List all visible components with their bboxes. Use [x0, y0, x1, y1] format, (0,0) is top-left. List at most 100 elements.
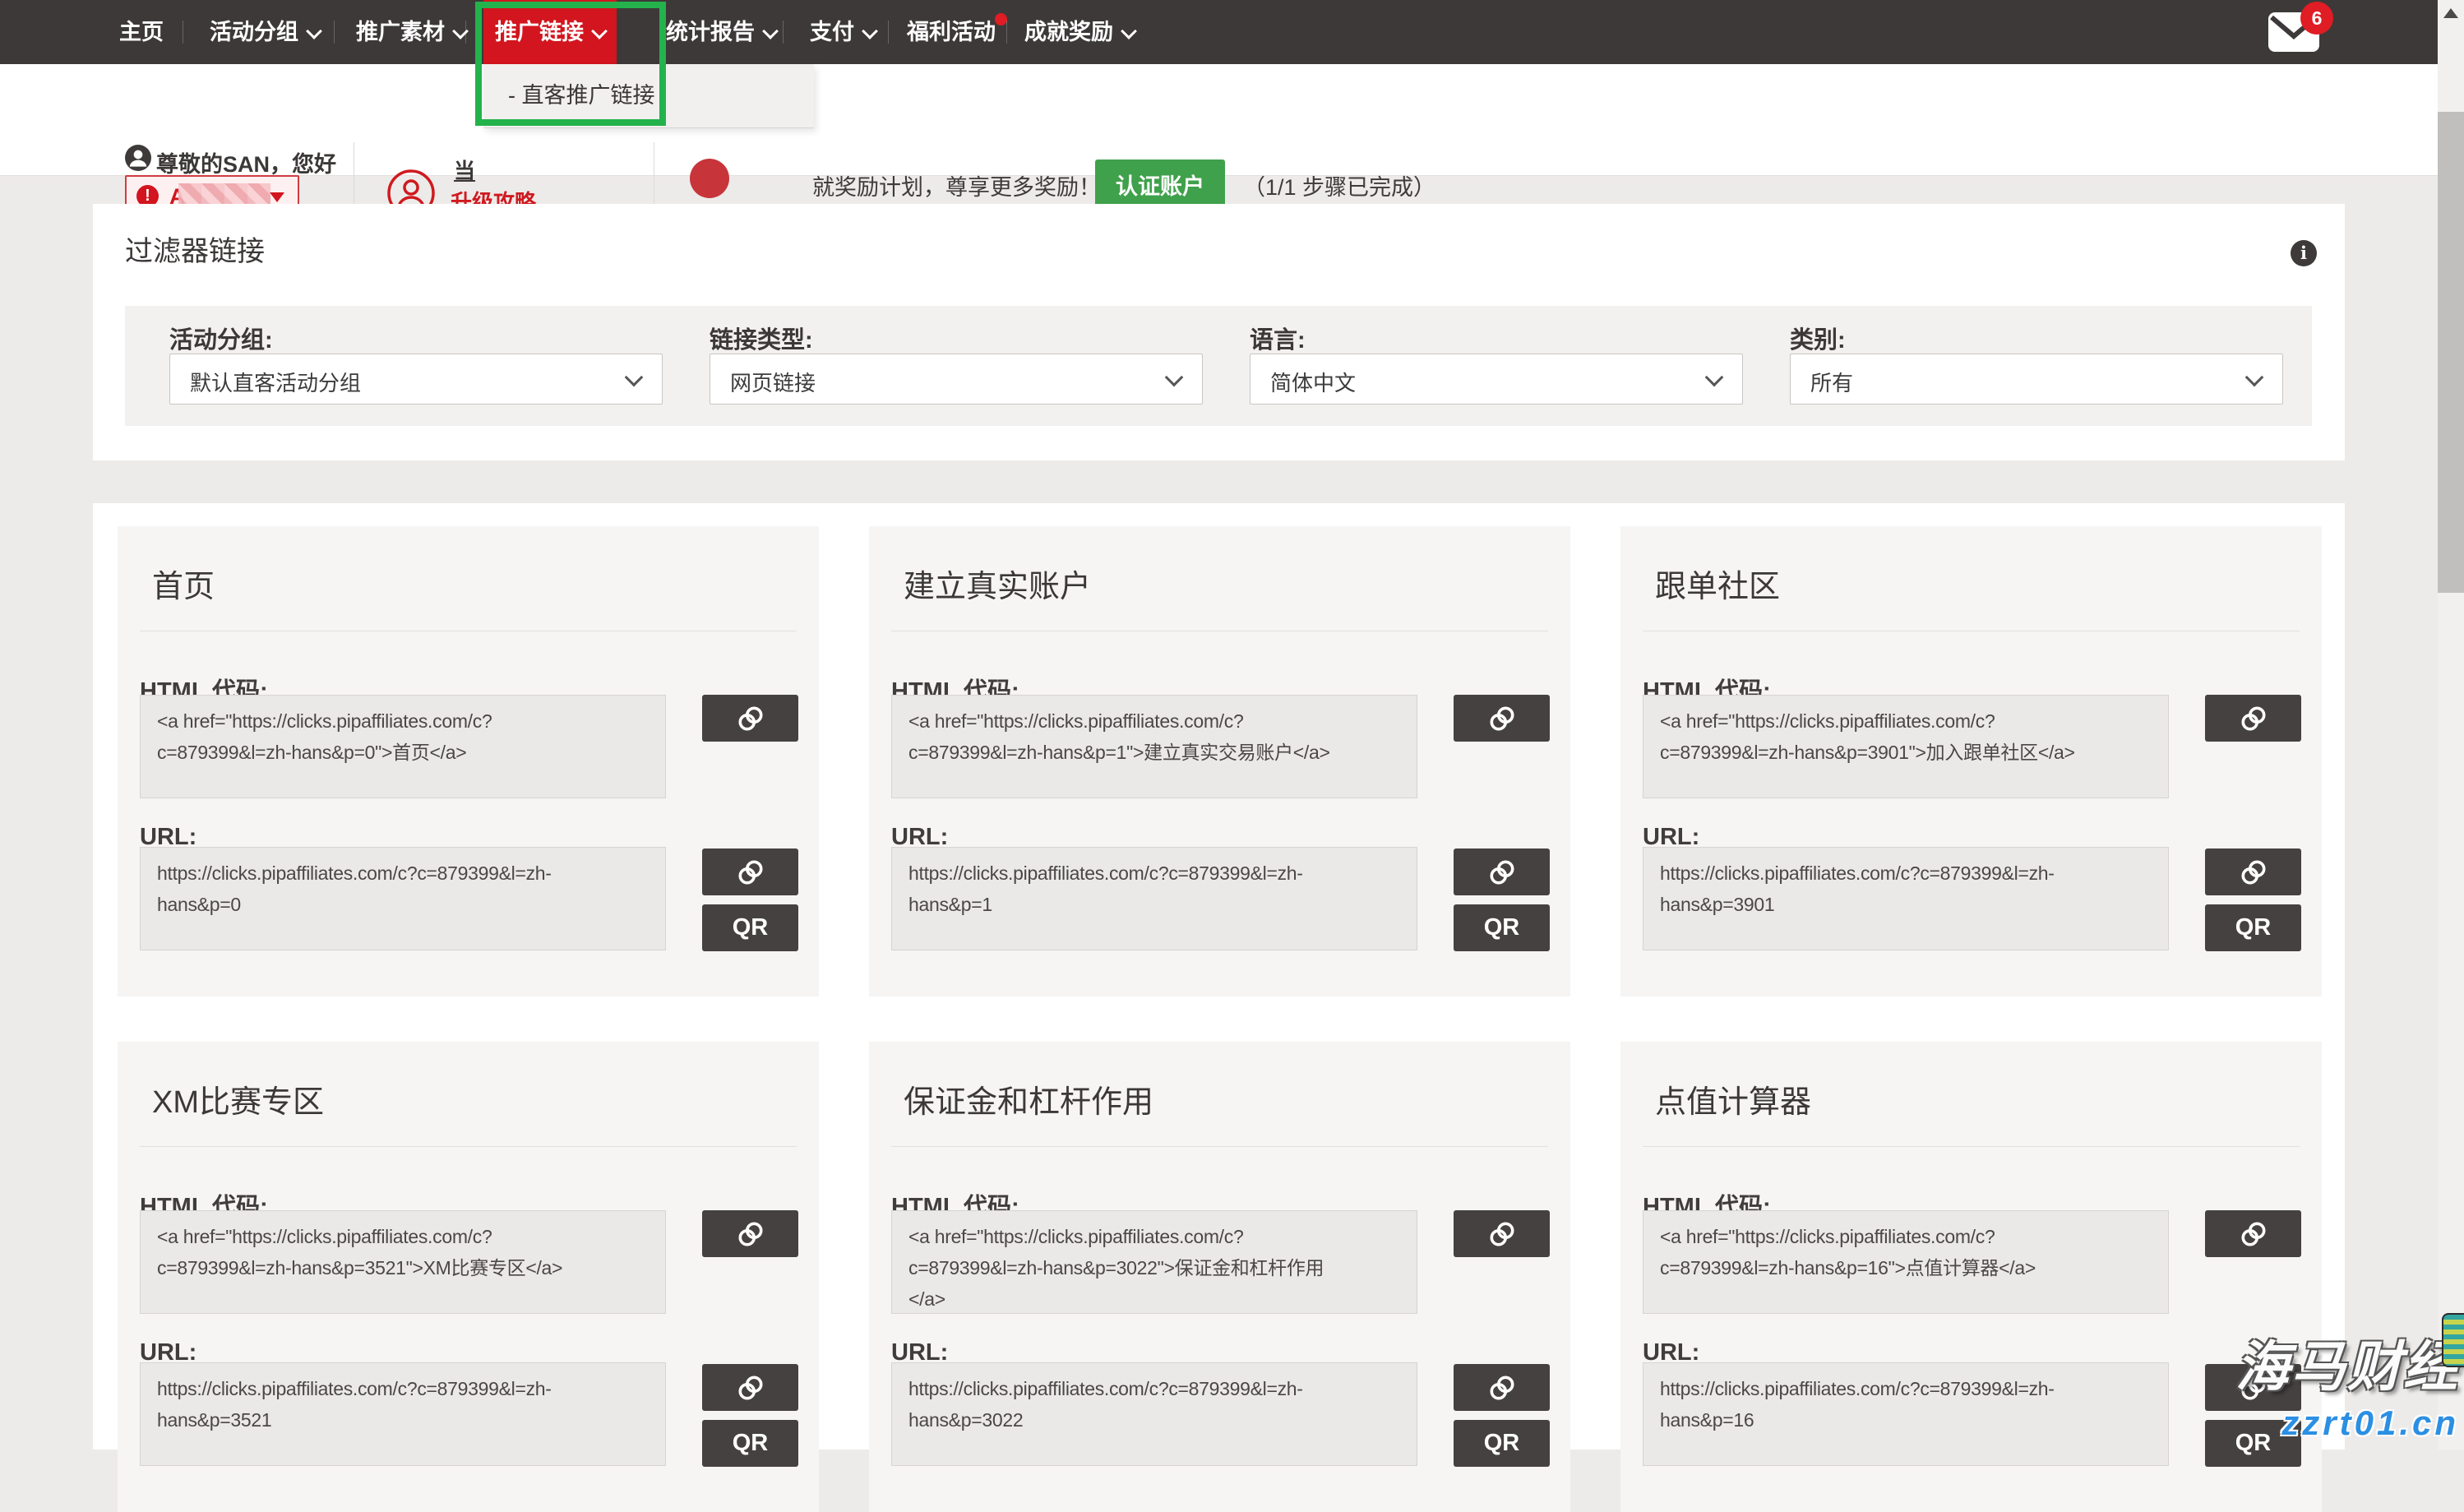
link-card-pip-calculator: 点值计算器 HTML 代码: <a href="https://clicks.p… — [1620, 1042, 2322, 1512]
greeting-text: 尊敬的SAN，您好 — [156, 146, 336, 178]
nav-item-reports[interactable]: 统计报告 — [666, 0, 776, 64]
nav-item-achievements[interactable]: 成就奖励 — [1024, 0, 1135, 64]
selected-value: 简体中文 — [1270, 367, 1356, 397]
nav-item-campaign-groups[interactable]: 活动分组 — [210, 0, 320, 64]
chevron-down-icon — [306, 23, 322, 39]
chevron-down-icon — [591, 23, 608, 39]
card-title: 保证金和杠杆作用 — [904, 1076, 1153, 1121]
qr-button[interactable]: QR — [702, 1420, 798, 1467]
nav-separator — [888, 21, 889, 44]
nav-item-label: 福利活动 — [907, 20, 996, 44]
nav-item-label: 活动分组 — [210, 20, 298, 44]
nav-item-benefits[interactable]: 福利活动 — [907, 0, 996, 64]
card-title: 点值计算器 — [1655, 1076, 1811, 1121]
links-grid: 首页 HTML 代码: <a href="https://clicks.pipa… — [93, 503, 2345, 1450]
selected-value: 默认直客活动分组 — [190, 367, 361, 397]
url-box[interactable]: https://clicks.pipaffiliates.com/c?c=879… — [1643, 847, 2169, 950]
language-select[interactable]: 简体中文 — [1250, 354, 1743, 405]
verify-account-button[interactable]: 认证账户 — [1095, 160, 1225, 209]
floating-side-widget[interactable] — [2442, 1313, 2464, 1367]
top-nav: 主页 活动分组 推广素材 推广链接 统计报告 支付 福利活动 成就奖励 — [0, 0, 2464, 64]
copy-html-button[interactable] — [1454, 1210, 1550, 1257]
link-type-select[interactable]: 网页链接 — [710, 354, 1203, 405]
info-icon[interactable]: i — [2291, 240, 2317, 266]
chevron-down-icon — [1121, 23, 1137, 39]
divider — [891, 1146, 1548, 1147]
link-card-margin-leverage: 保证金和杠杆作用 HTML 代码: <a href="https://click… — [869, 1042, 1570, 1512]
qr-button[interactable]: QR — [1454, 1420, 1550, 1467]
link-card-real-account: 建立真实账户 HTML 代码: <a href="https://clicks.… — [869, 526, 1570, 996]
nav-item-label: 支付 — [810, 20, 854, 44]
nav-item-payments[interactable]: 支付 — [810, 0, 876, 64]
notification-dot — [995, 13, 1007, 25]
copy-url-button[interactable] — [2205, 1364, 2301, 1411]
copy-url-button[interactable] — [702, 1364, 798, 1411]
copy-url-button[interactable] — [1454, 1364, 1550, 1411]
section-title: 过滤器链接 — [125, 229, 265, 269]
campaign-group-select[interactable]: 默认直客活动分组 — [169, 354, 663, 405]
nav-separator — [465, 21, 466, 44]
user-bust-icon — [125, 145, 151, 171]
chevron-down-icon — [762, 23, 779, 39]
filter-label: 活动分组: — [169, 321, 273, 355]
scroll-up-arrow-icon[interactable] — [2443, 8, 2458, 18]
filter-links-card: 过滤器链接 i 活动分组: 默认直客活动分组 链接类型: 网页链接 语言: 简体… — [93, 204, 2345, 460]
rewards-banner-text: 就奖励计划，尊享更多奖励！ — [812, 169, 1101, 201]
qr-button[interactable]: QR — [2205, 904, 2301, 951]
copy-html-button[interactable] — [702, 695, 798, 742]
nav-item-label: 统计报告 — [666, 20, 755, 44]
link-card-competition: XM比赛专区 HTML 代码: <a href="https://clicks.… — [118, 1042, 819, 1512]
html-code-box[interactable]: <a href="https://clicks.pipaffiliates.co… — [891, 1210, 1417, 1314]
html-code-box[interactable]: <a href="https://clicks.pipaffiliates.co… — [1643, 1210, 2169, 1314]
chevron-down-icon — [625, 368, 644, 387]
link-card-home: 首页 HTML 代码: <a href="https://clicks.pipa… — [118, 526, 819, 996]
scrollbar-thumb[interactable] — [2438, 112, 2464, 593]
nav-separator — [334, 21, 335, 44]
nav-item-label: 成就奖励 — [1024, 20, 1113, 44]
rewards-icon — [690, 159, 729, 198]
html-code-box[interactable]: <a href="https://clicks.pipaffiliates.co… — [140, 1210, 666, 1314]
scrollbar[interactable] — [2438, 0, 2464, 1450]
filter-label: 语言: — [1250, 321, 1306, 355]
nav-item-label: 推广素材 — [356, 20, 445, 44]
category-select[interactable]: 所有 — [1790, 354, 2283, 405]
chevron-down-icon — [862, 23, 878, 39]
nav-item-label: 主页 — [119, 20, 164, 44]
dropdown-item-direct-links[interactable]: - 直客推广链接 — [508, 64, 655, 127]
copy-html-button[interactable] — [2205, 1210, 2301, 1257]
html-code-box[interactable]: <a href="https://clicks.pipaffiliates.co… — [891, 695, 1417, 798]
steps-completed-text: （1/1 步骤已完成） — [1243, 169, 1435, 201]
nav-separator — [783, 21, 784, 44]
nav-item-home[interactable]: 主页 — [119, 0, 164, 64]
copy-html-button[interactable] — [702, 1210, 798, 1257]
url-box[interactable]: https://clicks.pipaffiliates.com/c?c=879… — [891, 1362, 1417, 1466]
url-box[interactable]: https://clicks.pipaffiliates.com/c?c=879… — [1643, 1362, 2169, 1466]
selected-value: 所有 — [1810, 367, 1853, 397]
nav-item-label: 推广链接 — [495, 20, 584, 44]
divider — [140, 1146, 797, 1147]
qr-button[interactable]: QR — [1454, 904, 1550, 951]
mail-badge: 6 — [2300, 2, 2333, 35]
filter-panel: 活动分组: 默认直客活动分组 链接类型: 网页链接 语言: 简体中文 类别: 所… — [125, 306, 2312, 426]
copy-url-button[interactable] — [1454, 848, 1550, 895]
url-box[interactable]: https://clicks.pipaffiliates.com/c?c=879… — [140, 847, 666, 950]
promo-links-dropdown: - 直客推广链接 — [483, 64, 814, 128]
qr-button[interactable]: QR — [702, 904, 798, 951]
url-box[interactable]: https://clicks.pipaffiliates.com/c?c=879… — [891, 847, 1417, 950]
nav-item-promo-links-active[interactable]: 推广链接 — [483, 0, 617, 64]
card-title: 首页 — [152, 561, 215, 606]
chevron-down-icon — [1705, 368, 1724, 387]
selected-value: 网页链接 — [730, 367, 816, 397]
copy-html-button[interactable] — [1454, 695, 1550, 742]
html-code-box[interactable]: <a href="https://clicks.pipaffiliates.co… — [1643, 695, 2169, 798]
copy-url-button[interactable] — [702, 848, 798, 895]
qr-button[interactable]: QR — [2205, 1420, 2301, 1467]
html-code-box[interactable]: <a href="https://clicks.pipaffiliates.co… — [140, 695, 666, 798]
chevron-down-icon — [2245, 368, 2264, 387]
url-box[interactable]: https://clicks.pipaffiliates.com/c?c=879… — [140, 1362, 666, 1466]
filter-label: 链接类型: — [710, 321, 813, 355]
filter-label: 类别: — [1790, 321, 1846, 355]
copy-url-button[interactable] — [2205, 848, 2301, 895]
nav-item-promo-materials[interactable]: 推广素材 — [356, 0, 466, 64]
copy-html-button[interactable] — [2205, 695, 2301, 742]
